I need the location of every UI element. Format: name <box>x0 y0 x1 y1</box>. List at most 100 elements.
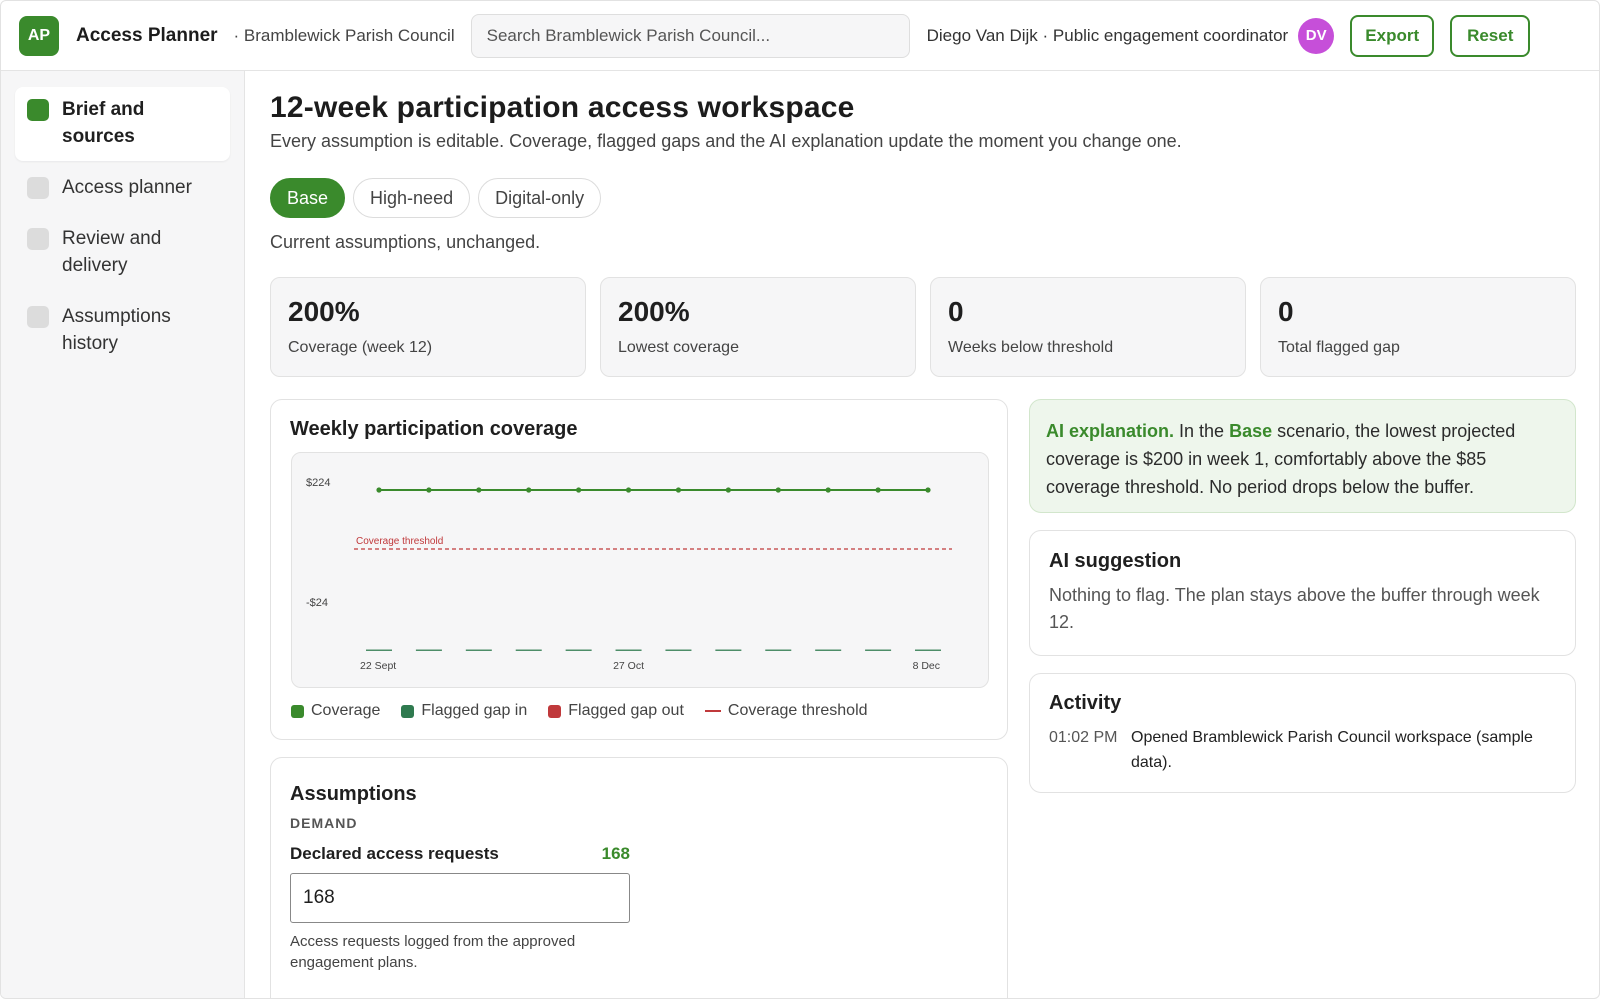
coverage-point <box>526 487 532 493</box>
x-tick-label: 27 Oct <box>613 660 644 672</box>
gap-in-bar <box>615 649 642 651</box>
ai-explanation-text: In the <box>1174 421 1230 441</box>
stat-cards: 200% Coverage (week 12) 200% Lowest cove… <box>270 277 1576 377</box>
coverage-point <box>725 487 731 493</box>
stat-value: 0 <box>948 296 964 327</box>
stat-label: Lowest coverage <box>618 339 739 356</box>
stat-value: 200% <box>618 296 690 327</box>
org-name: · Bramblewick Parish Council <box>233 25 455 45</box>
coverage-point <box>875 487 881 493</box>
scenario-tab-high-need[interactable]: High-need <box>353 178 471 218</box>
field-help-text: Access requests logged from the approved… <box>290 933 576 971</box>
stat-value: 200% <box>288 296 360 327</box>
legend-swatch-threshold <box>704 710 721 712</box>
stat-card-lowest-coverage: 200% Lowest coverage <box>600 277 916 377</box>
sidebar-item-access-planner[interactable]: Access planner <box>15 165 230 212</box>
coverage-point <box>825 487 831 493</box>
activity-entry: 01:02 PM Opened Bramblewick Parish Counc… <box>1049 725 1556 775</box>
coverage-point <box>426 487 432 493</box>
export-button[interactable]: Export <box>1350 14 1435 57</box>
ai-suggestion-body: Nothing to flag. The plan stays above th… <box>1049 585 1540 632</box>
legend-coverage-threshold: Coverage threshold <box>704 702 868 720</box>
chart-title: Weekly participation coverage <box>290 418 578 440</box>
app-logo: AP <box>19 15 59 56</box>
coverage-point <box>476 487 482 493</box>
ai-explanation-card: AI explanation. In the Base scenario, th… <box>1029 399 1576 513</box>
coverage-point <box>775 487 781 493</box>
search-input[interactable] <box>470 13 910 58</box>
gap-in-bar <box>915 649 941 651</box>
coverage-point <box>675 487 682 493</box>
gap-in-bar <box>665 649 692 651</box>
ai-explanation-lead: AI explanation. <box>1046 421 1175 441</box>
gap-in-bar <box>366 649 392 651</box>
legend-label: Flagged gap out <box>568 702 684 719</box>
x-tick-label: 8 Dec <box>913 660 940 672</box>
field-label: Declared access requests <box>290 844 499 863</box>
ai-suggestion-title: AI suggestion <box>1049 550 1182 572</box>
sidebar-item-label: Brief and sources <box>62 99 145 147</box>
legend-label: Coverage <box>311 702 381 719</box>
avatar[interactable]: DV <box>1298 17 1335 54</box>
step-complete-icon <box>27 99 49 121</box>
legend-flagged-gap-in: Flagged gap in <box>401 702 527 720</box>
activity-time: 01:02 PM <box>1049 729 1118 746</box>
legend-label: Coverage threshold <box>727 702 868 719</box>
sidebar: Brief and sources Access planner Review … <box>1 71 245 998</box>
stat-value: 0 <box>1278 296 1294 327</box>
stat-label: Total flagged gap <box>1278 339 1400 356</box>
app-window: AP Access Planner · Bramblewick Parish C… <box>0 0 1600 999</box>
y-tick-label: $224 <box>306 477 330 489</box>
x-tick-label: 22 Sept <box>360 660 396 672</box>
legend-flagged-gap-out: Flagged gap out <box>548 702 684 720</box>
top-bar: AP Access Planner · Bramblewick Parish C… <box>1 1 1599 71</box>
stat-card-weeks-below-threshold: 0 Weeks below threshold <box>930 277 1246 377</box>
gap-in-bar <box>715 649 742 651</box>
section-caption: DEMAND <box>290 815 358 831</box>
sidebar-item-label: Review and delivery <box>62 228 162 276</box>
gap-in-bar <box>815 649 842 651</box>
sidebar-item-label: Access planner <box>62 177 192 198</box>
y-tick-label: -$24 <box>306 597 328 609</box>
field-current-value: 168 <box>601 844 630 863</box>
gap-in-bar <box>565 649 592 651</box>
declared-access-requests-input[interactable] <box>290 873 630 923</box>
assumptions-title: Assumptions <box>290 783 417 805</box>
activity-text: Opened Bramblewick Parish Council worksp… <box>1131 729 1533 771</box>
legend-swatch-gap-out <box>548 704 562 718</box>
sidebar-item-label: Assumptions history <box>62 306 171 354</box>
sidebar-item-assumptions-history[interactable]: Assumptions history <box>15 294 230 368</box>
threshold-label: Coverage threshold <box>356 536 443 547</box>
assumptions-card: Assumptions DEMAND Declared access reque… <box>270 757 1008 998</box>
stat-card-total-flagged-gap: 0 Total flagged gap <box>1260 277 1576 377</box>
field-header: Declared access requests 168 <box>290 844 630 864</box>
main-content: 12-week participation access workspace E… <box>246 71 1599 998</box>
sidebar-item-review-and-delivery[interactable]: Review and delivery <box>15 216 230 290</box>
coverage-point <box>376 487 382 493</box>
stat-label: Weeks below threshold <box>948 339 1114 356</box>
gap-in-bar <box>765 649 792 651</box>
coverage-point <box>576 487 582 493</box>
scenario-tabs: Base High-need Digital-only <box>270 178 602 218</box>
chart-svg: $224 -$24 Coverage threshold 22 Sept 27 Oct 8… <box>306 477 952 672</box>
legend-coverage: Coverage <box>291 702 380 720</box>
activity-title: Activity <box>1049 692 1122 714</box>
coverage-chart-card: Weekly participation coverage $224 -$24 Co… <box>270 399 1008 740</box>
legend-label: Flagged gap in <box>421 702 528 719</box>
coverage-point <box>625 487 632 493</box>
page-title: 12-week participation access workspace <box>270 91 855 124</box>
ai-explanation-scenario: Base <box>1229 421 1273 441</box>
activity-card: Activity 01:02 PM Opened Bramblewick Par… <box>1029 673 1576 793</box>
gap-in-bar <box>515 649 542 651</box>
step-pending-icon <box>27 177 49 199</box>
scenario-tab-base[interactable]: Base <box>270 178 346 218</box>
scenario-tab-digital-only[interactable]: Digital-only <box>478 178 602 218</box>
gap-in-bar <box>415 649 442 651</box>
ai-suggestion-card: AI suggestion Nothing to flag. The plan … <box>1029 530 1576 656</box>
reset-button[interactable]: Reset <box>1450 14 1531 57</box>
legend-swatch-gap-in <box>401 704 415 718</box>
step-pending-icon <box>27 306 49 328</box>
sidebar-item-brief-and-sources[interactable]: Brief and sources <box>15 87 230 161</box>
coverage-chart: $224 -$24 Coverage threshold 22 Sept 27 Oct 8… <box>291 452 989 688</box>
scenario-note: Current assumptions, unchanged. <box>270 232 541 252</box>
